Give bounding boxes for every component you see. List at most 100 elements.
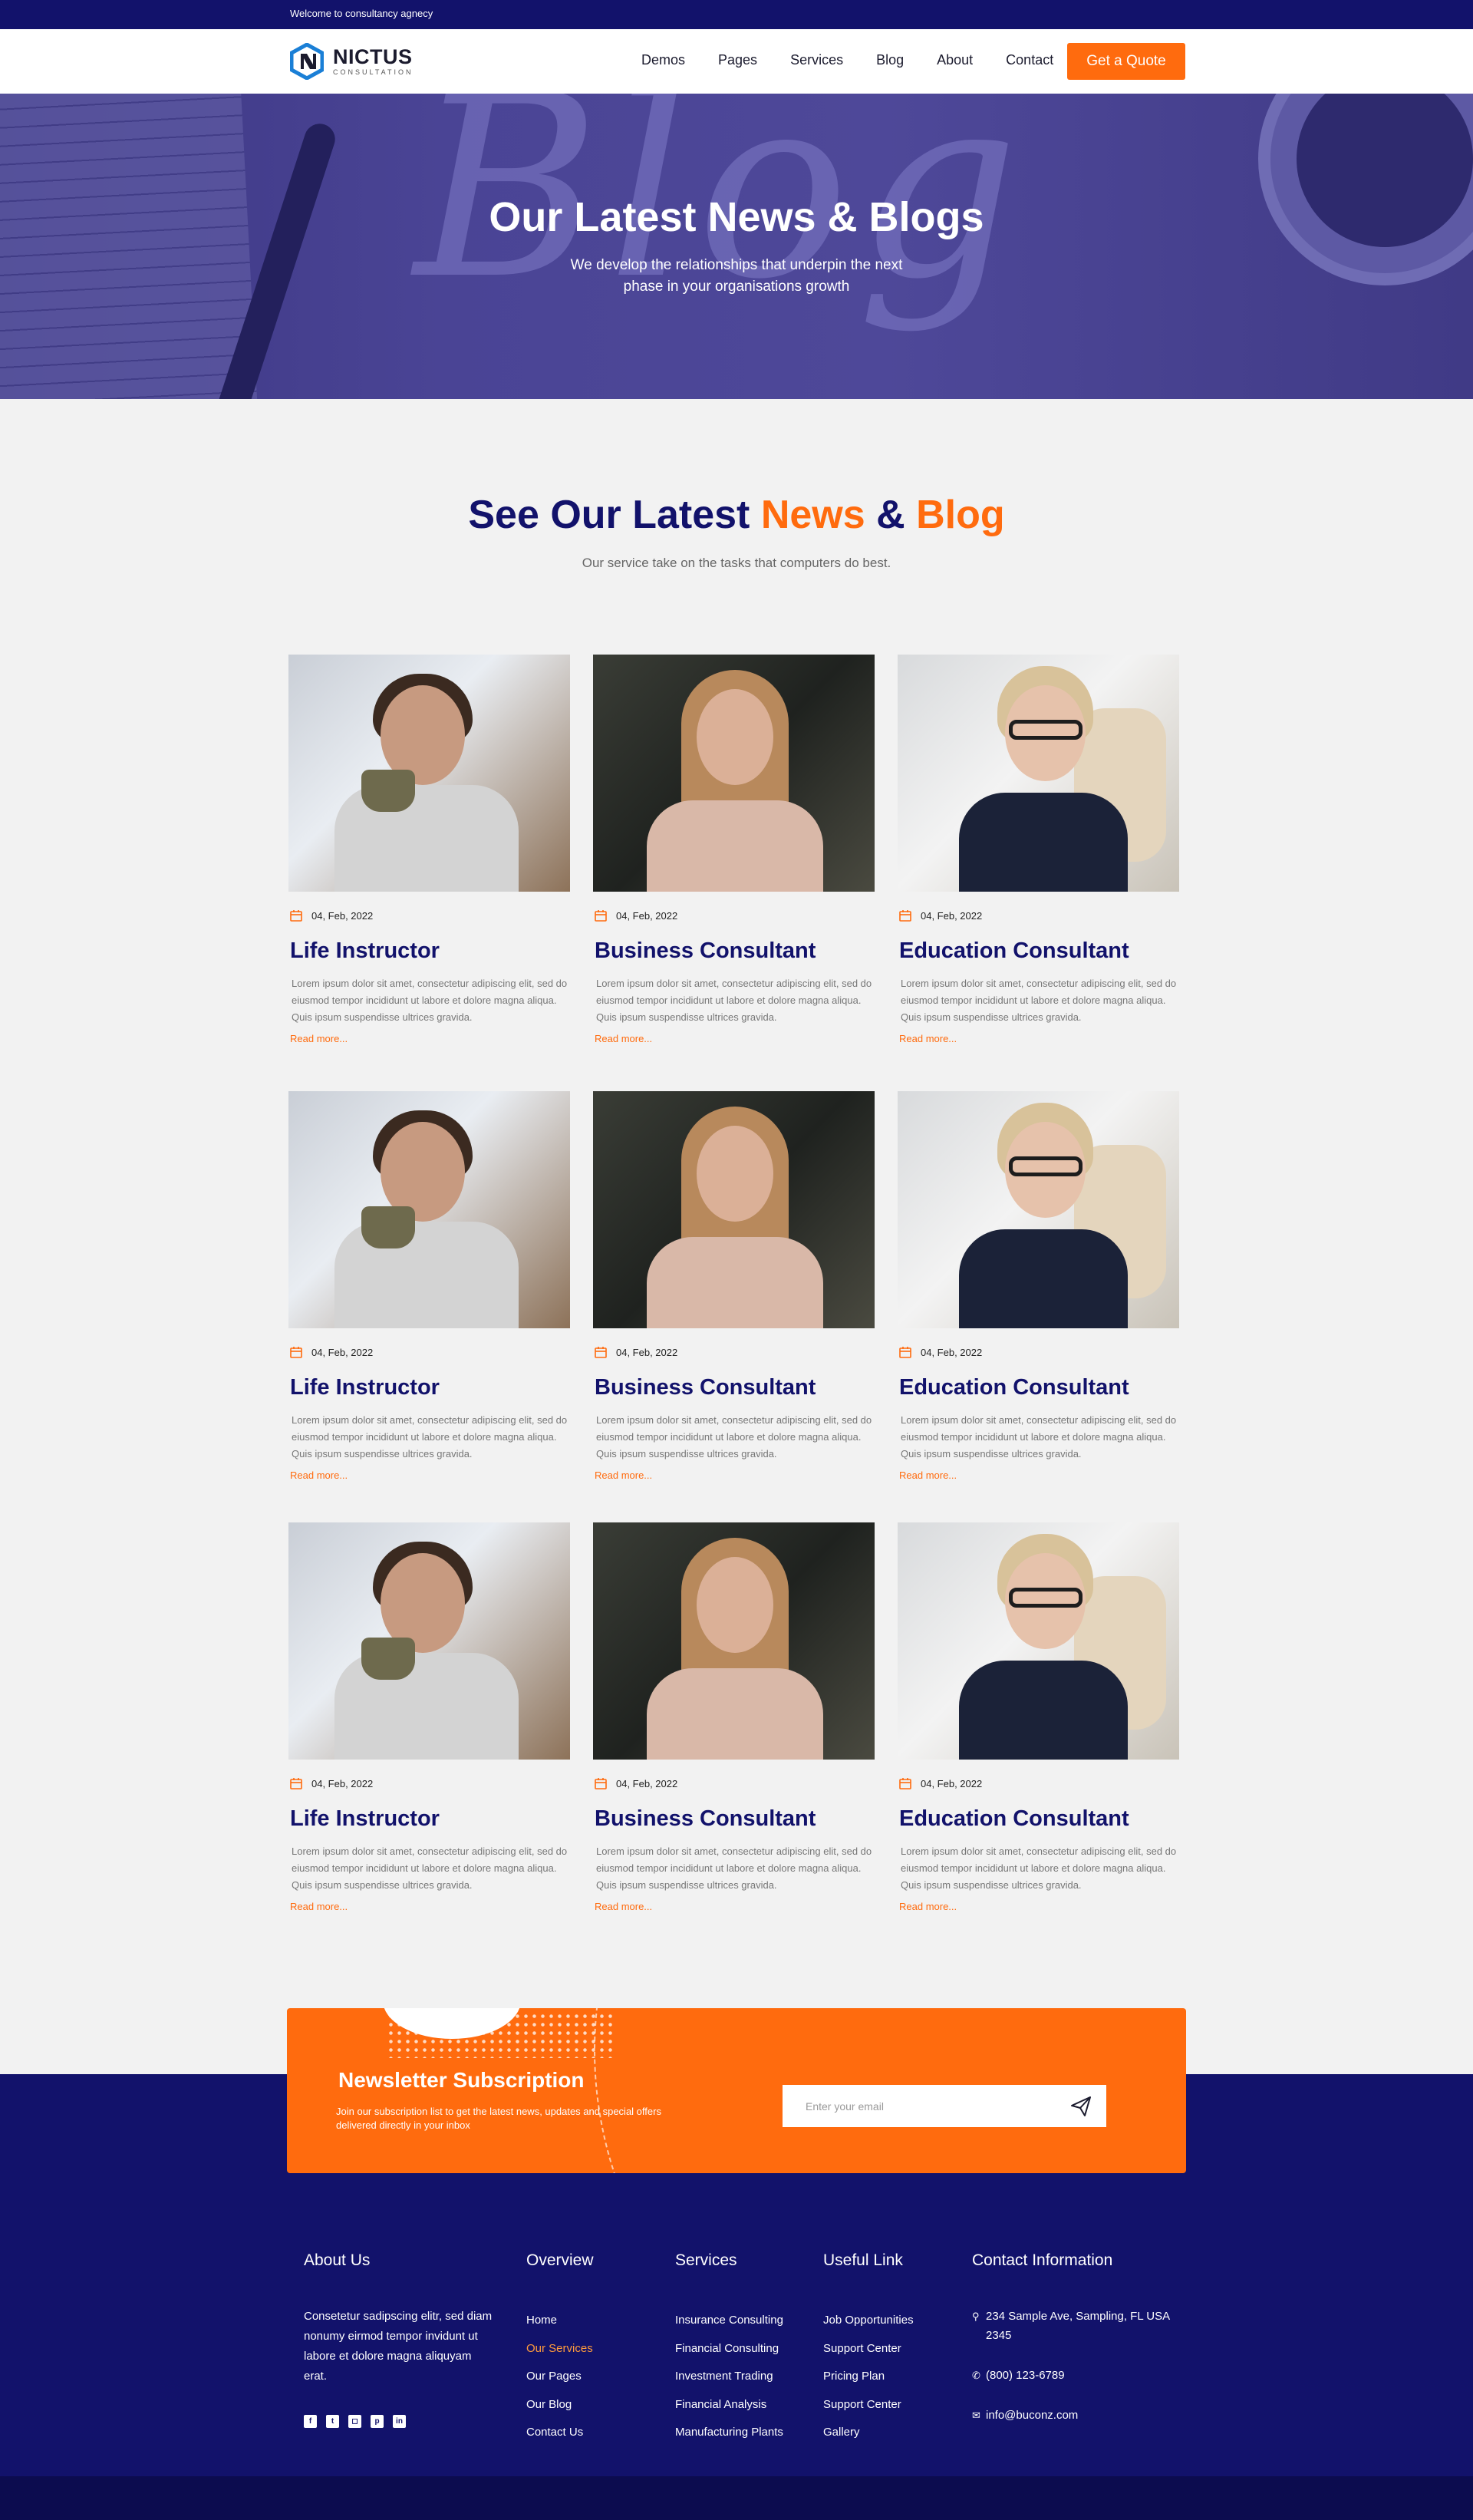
hero-title: Our Latest News & Blogs [489, 194, 984, 240]
newsletter-email-input[interactable] [783, 2085, 1106, 2127]
footer-link-financial-consulting[interactable]: Financial Consulting [675, 2335, 783, 2363]
footer-about: About Us [304, 2251, 370, 2307]
blog-card-image[interactable] [593, 1091, 875, 1328]
blog-card-image[interactable] [288, 1522, 570, 1760]
nav-pages[interactable]: Pages [718, 52, 757, 68]
social-links: f t ◻ p in [304, 2415, 415, 2428]
hero-banner: Blog Our Latest News & Blogs We develop … [0, 94, 1473, 399]
blog-card[interactable]: 04, Feb, 2022 Education Consultant Lorem… [898, 655, 1179, 1044]
blog-card-title[interactable]: Life Instructor [290, 1806, 440, 1832]
footer-services-heading: Services [675, 2251, 737, 2269]
contact-email[interactable]: ✉ info@buconz.com [972, 2406, 1179, 2425]
mail-icon: ✉ [972, 2410, 980, 2421]
get-quote-button[interactable]: Get a Quote [1067, 43, 1185, 80]
navbar: NICTUS CONSULTATION Demos Pages Services… [0, 29, 1473, 94]
section-title: See Our Latest News & Blog [468, 493, 1005, 537]
blog-card-image[interactable] [898, 1522, 1179, 1760]
footer-overview-heading: Overview [526, 2251, 594, 2269]
blog-card-date: 04, Feb, 2022 [595, 1777, 677, 1789]
blog-card[interactable]: 04, Feb, 2022 Life Instructor Lorem ipsu… [288, 655, 570, 1044]
footer-link-gallery[interactable]: Gallery [823, 2419, 914, 2447]
blog-card[interactable]: 04, Feb, 2022 Education Consultant Lorem… [898, 1522, 1179, 1912]
blog-card[interactable]: 04, Feb, 2022 Life Instructor Lorem ipsu… [288, 1091, 570, 1481]
calendar-icon [899, 1347, 911, 1358]
read-more-link[interactable]: Read more... [290, 1469, 348, 1481]
send-icon[interactable] [1069, 2095, 1092, 2118]
blog-card-date: 04, Feb, 2022 [595, 909, 677, 922]
footer-link-contact-us[interactable]: Contact Us [526, 2419, 594, 2447]
brand-name: NICTUS [333, 45, 413, 68]
read-more-link[interactable]: Read more... [595, 1033, 652, 1044]
read-more-link[interactable]: Read more... [290, 1901, 348, 1912]
blog-card[interactable]: 04, Feb, 2022 Business Consultant Lorem … [593, 1091, 875, 1481]
top-bar: Welcome to consultancy agnecy [0, 0, 1473, 29]
welcome-text: Welcome to consultancy agnecy [290, 8, 433, 19]
footer-link-financial-analysis[interactable]: Financial Analysis [675, 2391, 783, 2419]
footer-link-home[interactable]: Home [526, 2307, 594, 2335]
blog-card-excerpt: Lorem ipsum dolor sit amet, consectetur … [596, 1845, 872, 1891]
footer-link-pricing-plan[interactable]: Pricing Plan [823, 2363, 914, 2391]
section-subtitle: Our service take on the tasks that compu… [582, 556, 891, 570]
blog-card-excerpt: Lorem ipsum dolor sit amet, consectetur … [901, 1414, 1177, 1460]
blog-card-title[interactable]: Education Consultant [899, 938, 1129, 964]
logo[interactable]: NICTUS CONSULTATION [290, 43, 414, 80]
blog-card-excerpt: Lorem ipsum dolor sit amet, consectetur … [292, 978, 568, 1023]
blog-card-image[interactable] [288, 655, 570, 892]
footer-link-our-blog[interactable]: Our Blog [526, 2391, 594, 2419]
footer-contact: Contact Information [972, 2251, 1112, 2307]
nav-blog[interactable]: Blog [876, 52, 904, 68]
blog-card[interactable]: 04, Feb, 2022 Education Consultant Lorem… [898, 1091, 1179, 1481]
instagram-icon[interactable]: ◻ [348, 2415, 361, 2428]
blog-card-title[interactable]: Business Consultant [595, 938, 816, 964]
pinterest-icon[interactable]: p [371, 2415, 384, 2428]
read-more-link[interactable]: Read more... [899, 1469, 957, 1481]
read-more-link[interactable]: Read more... [595, 1901, 652, 1912]
blog-card-date: 04, Feb, 2022 [899, 909, 982, 922]
footer-link-job-opportunities[interactable]: Job Opportunities [823, 2307, 914, 2335]
blog-card-image[interactable] [288, 1091, 570, 1328]
footer-link-our-services[interactable]: Our Services [526, 2335, 594, 2363]
logo-mark-icon [290, 43, 324, 80]
newsletter-title: Newsletter Subscription [338, 2068, 585, 2092]
blog-card-image[interactable] [593, 1522, 875, 1760]
blog-card-title[interactable]: Life Instructor [290, 1375, 440, 1400]
footer-link-manufacturing-plants[interactable]: Manufacturing Plants [675, 2419, 783, 2447]
nav-about[interactable]: About [937, 52, 973, 68]
read-more-link[interactable]: Read more... [290, 1033, 348, 1044]
hero-subtitle: We develop the relationships that underp… [570, 257, 903, 295]
main-nav: Demos Pages Services Blog About Contact [641, 52, 1086, 68]
calendar-icon [290, 1347, 302, 1358]
calendar-icon [595, 1778, 607, 1789]
footer-link-support-center-2[interactable]: Support Center [823, 2391, 914, 2419]
footer-useful-links: Useful Link Job Opportunities Support Ce… [823, 2251, 914, 2447]
nav-contact[interactable]: Contact [1006, 52, 1053, 68]
blog-card-title[interactable]: Education Consultant [899, 1375, 1129, 1400]
blog-card-image[interactable] [593, 655, 875, 892]
blog-card-image[interactable] [898, 1091, 1179, 1328]
blog-card-title[interactable]: Life Instructor [290, 938, 440, 964]
blog-card-date: 04, Feb, 2022 [899, 1777, 982, 1789]
blog-card-excerpt: Lorem ipsum dolor sit amet, consectetur … [292, 1845, 568, 1891]
linkedin-icon[interactable]: in [393, 2415, 406, 2428]
blog-card-title[interactable]: Business Consultant [595, 1806, 816, 1832]
read-more-link[interactable]: Read more... [595, 1469, 652, 1481]
footer-bottom-bar [0, 2476, 1473, 2520]
blog-card-image[interactable] [898, 655, 1179, 892]
blog-card-title[interactable]: Education Consultant [899, 1806, 1129, 1832]
read-more-link[interactable]: Read more... [899, 1901, 957, 1912]
twitter-icon[interactable]: t [326, 2415, 339, 2428]
read-more-link[interactable]: Read more... [899, 1033, 957, 1044]
facebook-icon[interactable]: f [304, 2415, 317, 2428]
contact-phone[interactable]: ✆ (800) 123-6789 [972, 2366, 1179, 2385]
nav-demos[interactable]: Demos [641, 52, 685, 68]
footer-link-support-center[interactable]: Support Center [823, 2335, 914, 2363]
footer-link-our-pages[interactable]: Our Pages [526, 2363, 594, 2391]
contact-address: ⚲ 234 Sample Ave, Sampling, FL USA 2345 [972, 2307, 1179, 2345]
blog-card-title[interactable]: Business Consultant [595, 1375, 816, 1400]
blog-card[interactable]: 04, Feb, 2022 Business Consultant Lorem … [593, 1522, 875, 1912]
footer-link-insurance-consulting[interactable]: Insurance Consulting [675, 2307, 783, 2335]
nav-services[interactable]: Services [790, 52, 843, 68]
blog-card[interactable]: 04, Feb, 2022 Life Instructor Lorem ipsu… [288, 1522, 570, 1912]
footer-link-investment-trading[interactable]: Investment Trading [675, 2363, 783, 2391]
blog-card[interactable]: 04, Feb, 2022 Business Consultant Lorem … [593, 655, 875, 1044]
